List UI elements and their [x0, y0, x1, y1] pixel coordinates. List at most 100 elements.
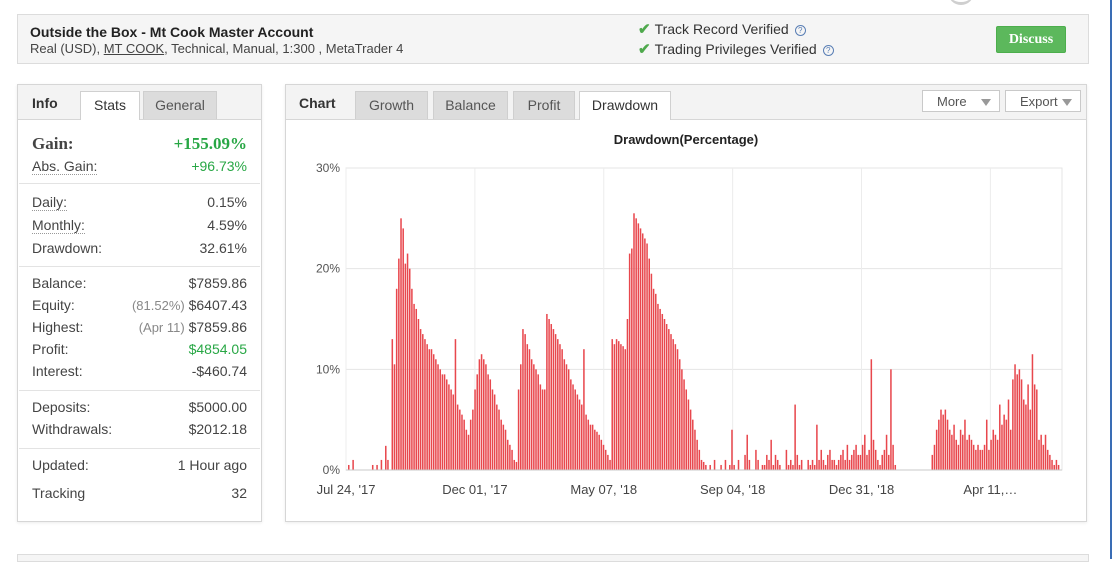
drawdown-bar — [731, 429, 733, 470]
drawdown-bar — [435, 359, 437, 470]
drawdown-bar — [831, 459, 833, 470]
drawdown-bar — [807, 459, 809, 470]
drawdown-bar — [596, 431, 598, 470]
drawdown-bar — [842, 449, 844, 470]
x-tick-label: Dec 31, '18 — [829, 482, 894, 497]
drawdown-bar — [413, 303, 415, 470]
profit-row: Profit: $4854.05 — [32, 341, 247, 359]
x-tick-label: May 07, '18 — [570, 482, 637, 497]
drawdown-bar — [461, 414, 463, 470]
drawdown-chart: 0% 10% 20% 30% Jul 24, '17 Dec 01, '17 May 07,… — [316, 161, 1063, 497]
drawdown-bar — [787, 464, 790, 470]
daily-label[interactable]: Daily: — [32, 194, 68, 211]
drawdown-bar — [874, 449, 877, 470]
drawdown-bar — [938, 419, 940, 470]
drawdown-bar — [604, 449, 607, 470]
drawdown-bar — [563, 359, 566, 470]
drawdown-bar — [491, 389, 494, 470]
drawdown-bar — [794, 404, 796, 470]
drawdown-bar — [977, 444, 979, 470]
drawdown-bar — [463, 419, 465, 470]
drawdown-bar — [419, 329, 422, 470]
account-title: Outside the Box - Mt Cook Master Account — [30, 24, 314, 40]
tab-stats[interactable]: Stats — [80, 91, 140, 120]
account-broker-link[interactable]: MT COOK — [104, 41, 164, 56]
drawdown-bar — [868, 449, 870, 470]
drawdown-bar — [829, 449, 831, 470]
top-corner-decoration — [948, 0, 974, 5]
drawdown-bar — [496, 404, 498, 470]
drawdown-bar — [768, 459, 770, 470]
drawdown-bar — [979, 449, 981, 470]
drawdown-bar — [626, 319, 629, 470]
drawdown-bar — [757, 459, 759, 470]
drawdown-bar — [517, 389, 520, 470]
next-panel-edge — [17, 554, 1089, 562]
monthly-label[interactable]: Monthly: — [32, 217, 85, 234]
drawdown-bar — [713, 459, 716, 470]
drawdown-bar — [585, 414, 587, 470]
gain-value: +155.09% — [173, 134, 247, 153]
drawdown-bar — [485, 364, 487, 470]
drawdown-bar — [678, 359, 681, 470]
drawdown-bar — [931, 454, 934, 470]
discuss-button[interactable]: Discuss — [996, 26, 1066, 53]
deposits-row: Deposits: $5000.00 — [32, 399, 247, 417]
drawdown-bar — [1029, 409, 1032, 470]
x-tick-label: Sep 04, '18 — [700, 482, 765, 497]
drawdown-bar — [504, 429, 507, 470]
drawdown-bar — [1027, 384, 1029, 470]
drawdown-bar — [663, 319, 666, 470]
deposits-label: Deposits: — [32, 399, 91, 415]
drawdown-bar — [1001, 424, 1003, 470]
drawdown-bar — [1016, 374, 1018, 470]
drawdown-bar — [1031, 354, 1034, 470]
drawdown-bar — [733, 464, 735, 470]
drawdown-bar — [402, 228, 404, 470]
drawdown-bar — [609, 459, 611, 470]
drawdown-bar — [983, 444, 986, 470]
drawdown-bar — [467, 434, 470, 470]
drawdown-bar — [631, 248, 633, 470]
drawdown-bar — [887, 454, 890, 470]
help-icon[interactable]: ? — [822, 44, 834, 56]
interest-label: Interest: — [32, 363, 83, 379]
drawdown-bar — [411, 288, 413, 470]
x-tick-label: Jul 24, '17 — [317, 482, 376, 497]
drawdown-bar — [646, 243, 648, 470]
drawdown-bar — [506, 439, 509, 470]
drawdown-bar — [476, 374, 478, 470]
drawdown-bar — [665, 324, 668, 470]
drawdown-bar — [755, 449, 757, 470]
drawdown-bar — [820, 449, 823, 470]
abs-gain-label[interactable]: Abs. Gain: — [32, 158, 98, 175]
drawdown-bar — [809, 464, 812, 470]
profit-value: $4854.05 — [188, 341, 247, 357]
drawdown-bar — [522, 329, 524, 470]
drawdown-bar — [1025, 404, 1027, 470]
drawdown-bar — [371, 464, 374, 470]
tab-general[interactable]: General — [143, 91, 217, 119]
divider — [19, 266, 260, 267]
drawdown-bar — [992, 429, 995, 470]
drawdown-bar — [846, 444, 849, 470]
drawdown-bar — [607, 454, 609, 470]
drawdown-bar — [676, 349, 679, 470]
drawdown-bar — [879, 464, 881, 470]
drawdown-bar — [700, 459, 703, 470]
drawdown-bar — [554, 334, 557, 470]
drawdown-bar — [674, 344, 677, 470]
drawdown-bar — [1003, 414, 1005, 470]
help-icon[interactable]: ? — [794, 24, 806, 36]
drawdown-bar — [648, 258, 650, 470]
drawdown-bar — [611, 339, 613, 470]
drawdown-bar — [818, 459, 820, 470]
drawdown-bar — [511, 449, 513, 470]
drawdown-bar — [672, 339, 674, 470]
drawdown-bar — [972, 444, 975, 470]
drawdown-bar — [572, 384, 574, 470]
track-record-label: Track Record Verified — [654, 21, 789, 37]
drawdown-bar — [395, 288, 398, 470]
drawdown-bar — [661, 313, 664, 470]
track-record-status: ✔ Track Record Verified? — [638, 20, 806, 38]
